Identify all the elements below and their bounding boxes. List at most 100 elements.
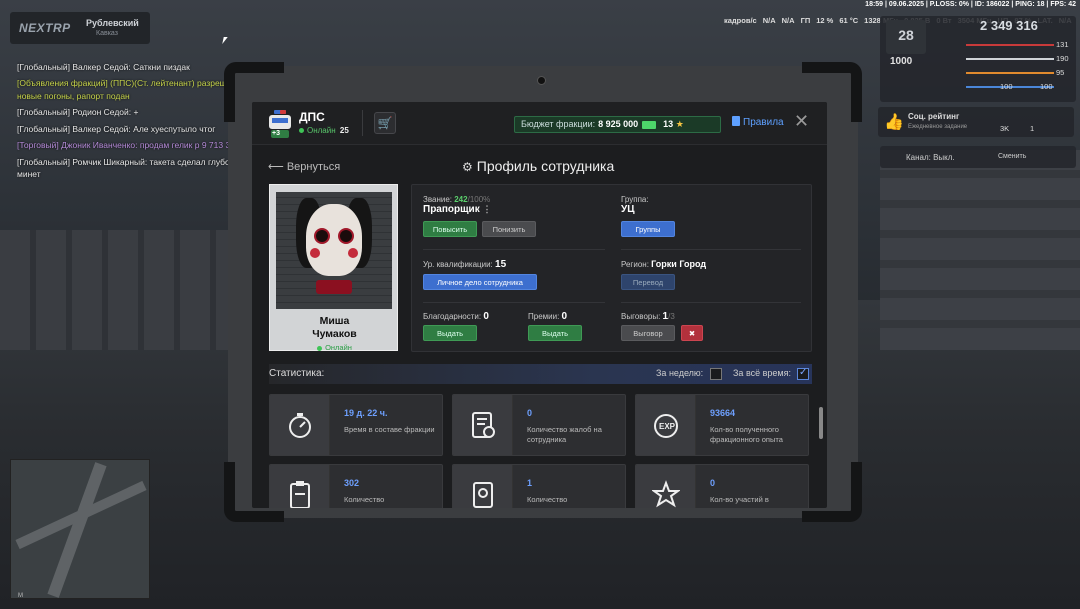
stat-card: 302 Количество (269, 464, 443, 508)
bonus-value: 0 (561, 311, 568, 322)
employee-photo-card: Миша Чумаков Онлайн (269, 184, 398, 352)
rules-label: Правила (743, 117, 784, 128)
promote-button[interactable]: Повысить (423, 221, 477, 237)
thanks-value: 0 (483, 311, 489, 322)
stat-card-icon-box (453, 465, 513, 508)
give-bonus-button[interactable]: Выдать (528, 325, 582, 341)
close-icon[interactable]: ✕ (794, 112, 809, 130)
stat-card-desc: Количество (527, 495, 568, 504)
chat-message: [Глобальный] Родион Седой: + (17, 107, 139, 118)
rank-value: Прапорщик (423, 204, 480, 215)
thumbs-up-icon: 👍 (884, 114, 904, 131)
chat-message: [Объявления фракций] (ППС)(Ст. лейтенант… (17, 78, 240, 101)
stat-card-icon-box (453, 395, 513, 455)
page-title: ⚙ Профиль сотрудника (462, 158, 614, 174)
bank-money: 2 349 316 (980, 18, 1038, 33)
region-block: Регион: Горки Город (621, 259, 706, 269)
server-region: Кавказ (96, 30, 118, 37)
statistics-label: Статистика: (269, 368, 325, 379)
star-rank-icon (652, 480, 680, 508)
perf-item: N/A (762, 16, 776, 25)
stat-card-desc: Время в составе фракции (344, 425, 435, 434)
group-block: Группа: УЦ (621, 195, 649, 215)
level-indicator: 28 (886, 20, 926, 54)
rebuke-button[interactable]: Выговор (621, 325, 675, 341)
cash-bill-icon (642, 120, 657, 129)
back-button[interactable]: ⟵ Вернуться (268, 160, 340, 173)
stat-card-value: 0 (710, 478, 716, 488)
background-building-left (0, 230, 230, 350)
region-label: Регион: (621, 260, 649, 269)
qualification-block: Ур. квалификации: 15 (423, 259, 506, 270)
stat-card-value: 1 (527, 478, 533, 488)
shop-cart-button[interactable]: 🛒 (374, 112, 396, 134)
perf-item: N/A (781, 16, 795, 25)
radio-channel-bar[interactable]: Канал: Выкл. Сменить (880, 146, 1076, 168)
qualification-label: Ур. квалификации: (423, 260, 493, 269)
social-count: 1 (1030, 124, 1035, 133)
cash-value: 1000 (890, 56, 913, 67)
stat-card: 19 д. 22 ч. Время в составе фракции (269, 394, 443, 456)
perf-item: ГП (800, 16, 811, 25)
groups-button[interactable]: Группы (621, 221, 675, 237)
bow-tie (316, 280, 352, 294)
qualification-value: 15 (495, 259, 507, 270)
info-dots-icon[interactable]: ⋮ (483, 204, 492, 214)
social-points: 3K (1000, 124, 1010, 133)
week-checkbox[interactable] (710, 368, 722, 380)
stat-card: 1 Количество (452, 464, 626, 508)
scrollbar[interactable] (819, 407, 823, 439)
chat-message: [Торговый] Джоник Иванченко: продам гели… (17, 140, 240, 151)
tablet-header: +3 ДПС Онлайн 25 🛒 Бюджет фракции: 8 925 … (252, 102, 827, 145)
alltime-checkbox[interactable] (797, 367, 809, 380)
personal-file-button[interactable]: Личное дело сотрудника (423, 274, 537, 290)
stat-card-desc: Кол-во участий в (710, 495, 769, 504)
armor-bar (966, 58, 1054, 60)
chat-message: [Глобальный] Ромчик Шикарный: такета сде… (17, 156, 243, 180)
demote-button[interactable]: Понизить (482, 221, 536, 237)
mask-face (306, 204, 362, 276)
channel-change[interactable]: Сменить (998, 153, 1026, 160)
online-dot-icon (299, 128, 304, 134)
perf-item: кадров/с (724, 16, 757, 25)
mouse-cursor-icon (222, 37, 228, 44)
rebuke-max: /3 (668, 312, 675, 321)
player-hud: 28 2 349 316 1000 131 190 95 100 100 (880, 16, 1076, 102)
channel-label: Канал: Выкл. (906, 153, 955, 162)
faction-budget: Бюджет фракции: 8 925 000 13 ★ (514, 116, 721, 133)
chat-message: [Глобальный] Валкер Седой: Саткни пиздак (17, 62, 190, 72)
rules-link[interactable]: Правила (732, 116, 784, 128)
document-icon (473, 482, 493, 508)
book-icon (732, 116, 740, 126)
bar-value-1: 131 (1056, 40, 1069, 49)
perf-item: 61 °C (839, 16, 859, 25)
rank-label: Звание: (423, 195, 452, 204)
week-filter-label: За неделю: (656, 368, 704, 378)
stat-card-desc: Количество (344, 495, 385, 504)
police-car-icon: +3 (267, 108, 293, 140)
employee-photo (276, 192, 392, 309)
minimap (10, 459, 150, 599)
statistics-bar: Статистика: (269, 364, 812, 384)
perf-item: 12 % (816, 16, 834, 25)
online-count: Онлайн 25 (299, 126, 349, 135)
rebuke-label: Выговоры: (621, 312, 661, 321)
group-label: Группа: (621, 195, 649, 204)
page-title-text: Профиль сотрудника (476, 158, 615, 174)
transfer-button[interactable]: Перевод (621, 274, 675, 290)
star-icon: ★ (675, 119, 684, 129)
thanks-label: Благодарности: (423, 312, 482, 321)
budget-value: 8 925 000 (598, 119, 639, 129)
bar-value-4: 100 (1000, 82, 1013, 91)
minimap-label: M (18, 593, 23, 599)
bonus-label: Премии: (528, 312, 560, 321)
stat-card-value: 302 (344, 478, 360, 488)
remove-rebuke-icon[interactable]: ✖ (681, 325, 703, 341)
svg-text:EXP: EXP (659, 422, 676, 431)
give-thanks-button[interactable]: Выдать (423, 325, 477, 341)
stat-card-value: 0 (527, 408, 533, 418)
stat-card-desc: Кол-во полученного фракционного опыта (710, 425, 783, 444)
stat-card-icon-box (270, 395, 330, 455)
exp-badge-icon: EXP (654, 414, 678, 438)
social-rating-panel[interactable]: 👍 Соц. рейтинг Ежедневное задание 3K 1 (878, 107, 1074, 137)
